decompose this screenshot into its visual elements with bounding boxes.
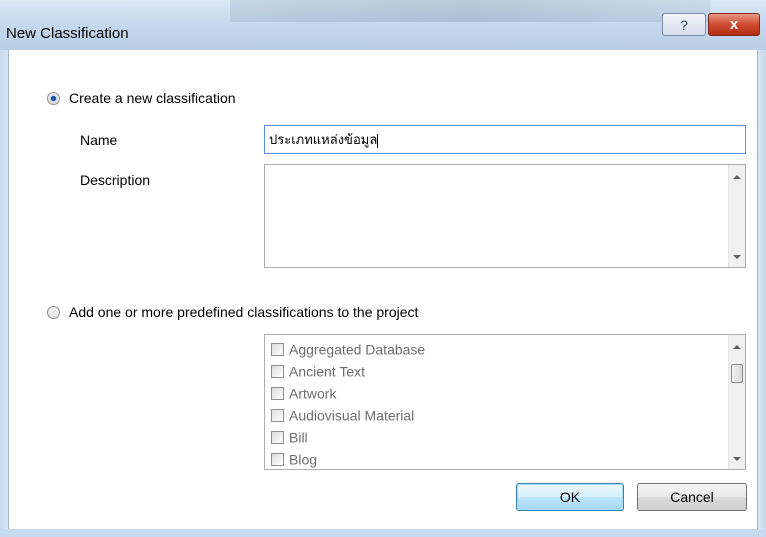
checkbox[interactable] (271, 408, 284, 422)
name-input[interactable]: ประเภทแหล่งข้อมูล (264, 125, 746, 154)
scroll-up-arrow-icon[interactable] (733, 175, 741, 179)
create-new-label[interactable]: Create a new classification (69, 90, 236, 106)
list-item-label: Ancient Text (289, 363, 366, 380)
window-frame-left (0, 50, 8, 537)
scroll-thumb[interactable] (731, 364, 743, 383)
description-label: Description (80, 172, 151, 188)
list-item-label: Blog (289, 451, 318, 468)
add-predefined-radio[interactable] (47, 306, 60, 319)
scroll-down-arrow-icon[interactable] (733, 255, 741, 259)
list-item[interactable]: Audiovisual Material (271, 406, 414, 424)
add-predefined-label[interactable]: Add one or more predefined classificatio… (69, 304, 418, 320)
list-item-label: Audiovisual Material (289, 407, 415, 424)
description-textarea[interactable] (264, 164, 746, 268)
cancel-button[interactable]: Cancel (637, 483, 747, 511)
title-bar-background (230, 0, 710, 22)
checkbox[interactable] (271, 342, 284, 356)
window-frame-bottom (0, 529, 766, 537)
list-item[interactable]: Artwork (271, 384, 336, 402)
window-frame-right (758, 50, 766, 537)
list-item-label: Aggregated Database (289, 341, 426, 358)
scroll-up-arrow-icon[interactable] (733, 345, 741, 349)
name-input-value: ประเภทแหล่งข้อมูล (269, 132, 378, 147)
checkbox[interactable] (271, 452, 284, 466)
checkbox[interactable] (271, 364, 284, 378)
title-bar: New Classification ? x (0, 0, 766, 50)
list-scrollbar[interactable] (728, 335, 745, 469)
checkbox[interactable] (271, 386, 284, 400)
scroll-down-arrow-icon[interactable] (733, 457, 741, 461)
help-button[interactable]: ? (662, 13, 706, 36)
list-item[interactable]: Blog (271, 450, 317, 468)
list-item-label: Artwork (289, 385, 337, 402)
list-item[interactable]: Ancient Text (271, 362, 365, 380)
create-new-radio[interactable] (47, 92, 60, 105)
list-item[interactable]: Aggregated Database (271, 340, 425, 358)
description-scrollbar[interactable] (728, 165, 745, 267)
list-item-label: Bill (289, 429, 308, 446)
text-caret (377, 133, 379, 148)
close-button[interactable]: x (708, 13, 760, 36)
dialog-title: New Classification (6, 25, 129, 42)
ok-button[interactable]: OK (516, 483, 624, 511)
predefined-classifications-list[interactable]: Aggregated Database Ancient Text Artwork… (264, 334, 746, 470)
name-label: Name (80, 132, 118, 148)
checkbox[interactable] (271, 430, 284, 444)
list-item[interactable]: Bill (271, 428, 308, 446)
